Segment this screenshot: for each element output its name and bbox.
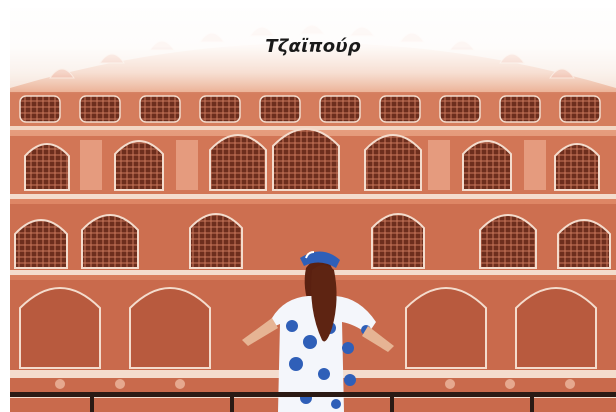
- destination-card[interactable]: Τζαϊπούρ: [10, 8, 616, 412]
- destination-title: Τζαϊπούρ: [265, 36, 361, 57]
- title-band: Τζαϊπούρ: [10, 8, 616, 94]
